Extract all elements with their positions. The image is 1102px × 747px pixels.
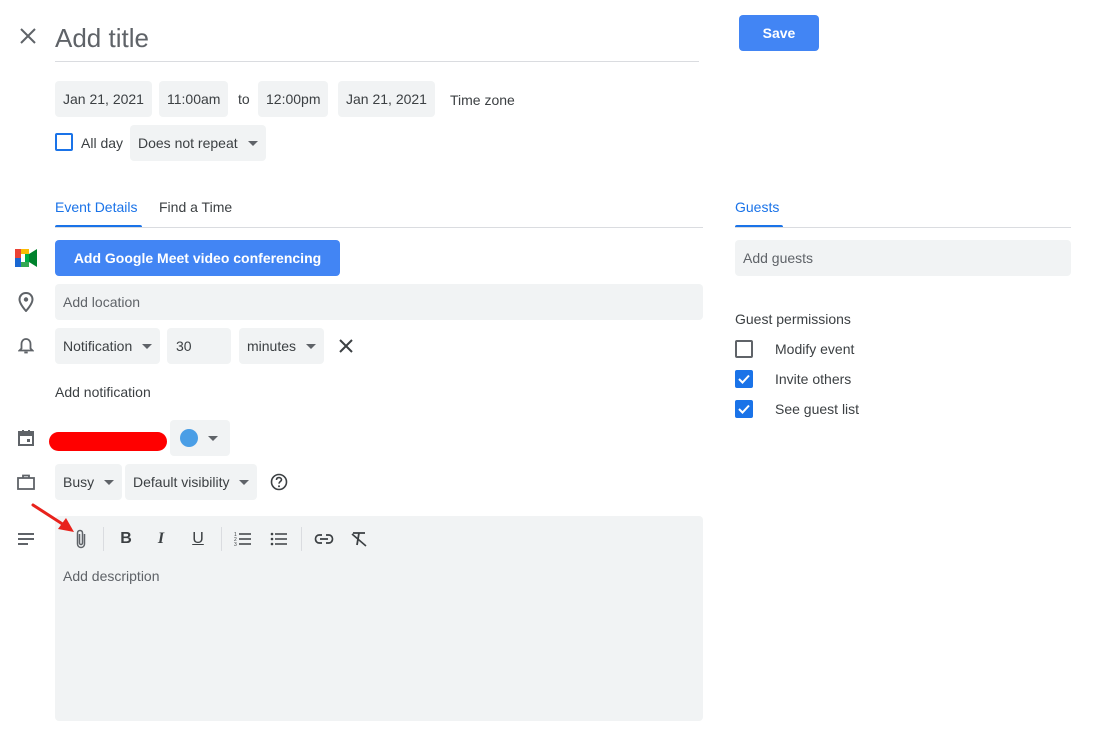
google-meet-icon (15, 248, 37, 268)
repeat-dropdown[interactable]: Does not repeat (130, 125, 266, 161)
guests-divider (735, 227, 1071, 228)
notification-value-input[interactable] (167, 328, 231, 364)
end-date: Jan 21, 2021 (346, 91, 427, 107)
svg-text:3: 3 (234, 542, 237, 547)
invite-others-label: Invite others (775, 371, 852, 387)
bell-icon (14, 334, 38, 358)
add-guests-input[interactable] (735, 240, 1071, 276)
toolbar-separator (103, 527, 104, 551)
tabs-divider (55, 227, 703, 228)
visibility-value: Default visibility (133, 474, 230, 490)
notification-unit-dropdown[interactable]: minutes (239, 328, 325, 364)
start-date-chip[interactable]: Jan 21, 2021 (55, 81, 152, 117)
start-time-chip[interactable]: 11:00am (159, 81, 229, 117)
clear-format-icon[interactable] (347, 527, 371, 551)
location-pin-icon (14, 290, 38, 314)
help-circle-icon[interactable] (267, 470, 291, 494)
guest-permissions-title: Guest permissions (735, 311, 851, 327)
add-notification-link[interactable]: Add notification (55, 384, 151, 400)
repeat-value: Does not repeat (138, 135, 238, 151)
chevron-down-icon (239, 479, 250, 485)
end-time: 12:00pm (266, 91, 321, 107)
chevron-down-icon (208, 435, 218, 441)
chevron-down-icon (104, 479, 115, 485)
event-color-swatch (180, 429, 198, 447)
tab-guests[interactable]: Guests (735, 199, 779, 215)
save-button[interactable]: Save (739, 15, 819, 51)
chevron-down-icon (306, 343, 317, 349)
modify-event-checkbox[interactable] (735, 340, 753, 358)
toolbar-separator (301, 527, 302, 551)
bulleted-list-icon[interactable] (267, 527, 291, 551)
calendar-icon (14, 426, 38, 450)
link-icon[interactable] (312, 527, 336, 551)
timezone-link[interactable]: Time zone (450, 92, 515, 108)
briefcase-icon (14, 470, 38, 494)
add-google-meet-button[interactable]: Add Google Meet video conferencing (55, 240, 340, 276)
availability-dropdown[interactable]: Busy (55, 464, 123, 500)
end-date-chip[interactable]: Jan 21, 2021 (338, 81, 435, 117)
notification-type-dropdown[interactable]: Notification (55, 328, 161, 364)
start-time: 11:00am (167, 91, 221, 107)
start-date: Jan 21, 2021 (63, 91, 144, 107)
tab-event-details[interactable]: Event Details (55, 199, 137, 215)
close-icon[interactable] (16, 24, 40, 48)
numbered-list-icon[interactable]: 123 (231, 527, 255, 551)
event-color-dropdown[interactable] (170, 420, 230, 456)
remove-notification-icon[interactable] (334, 334, 358, 358)
to-label: to (238, 91, 250, 107)
description-placeholder: Add description (63, 568, 160, 584)
see-guest-list-checkbox[interactable] (735, 400, 753, 418)
invite-others-checkbox[interactable] (735, 370, 753, 388)
visibility-dropdown[interactable]: Default visibility (125, 464, 258, 500)
underline-icon[interactable]: U (186, 527, 210, 551)
toolbar-separator (221, 527, 222, 551)
end-time-chip[interactable]: 12:00pm (258, 81, 329, 117)
tab-find-a-time[interactable]: Find a Time (159, 199, 232, 215)
all-day-label: All day (81, 135, 124, 151)
title-input[interactable] (55, 16, 699, 62)
location-input[interactable] (55, 284, 703, 320)
chevron-down-icon (247, 140, 258, 146)
calendar-name-redacted (49, 432, 167, 451)
notification-type: Notification (63, 338, 133, 354)
all-day-checkbox[interactable] (55, 133, 73, 151)
description-editor[interactable]: B I U 123 Add description (55, 516, 703, 721)
see-guest-list-label: See guest list (775, 401, 860, 417)
notification-unit: minutes (247, 338, 297, 354)
availability-value: Busy (63, 474, 95, 490)
italic-icon[interactable]: I (149, 527, 173, 551)
bold-icon[interactable]: B (114, 527, 138, 551)
chevron-down-icon (142, 343, 153, 349)
modify-event-label: Modify event (775, 341, 855, 357)
annotation-arrow (30, 502, 78, 538)
